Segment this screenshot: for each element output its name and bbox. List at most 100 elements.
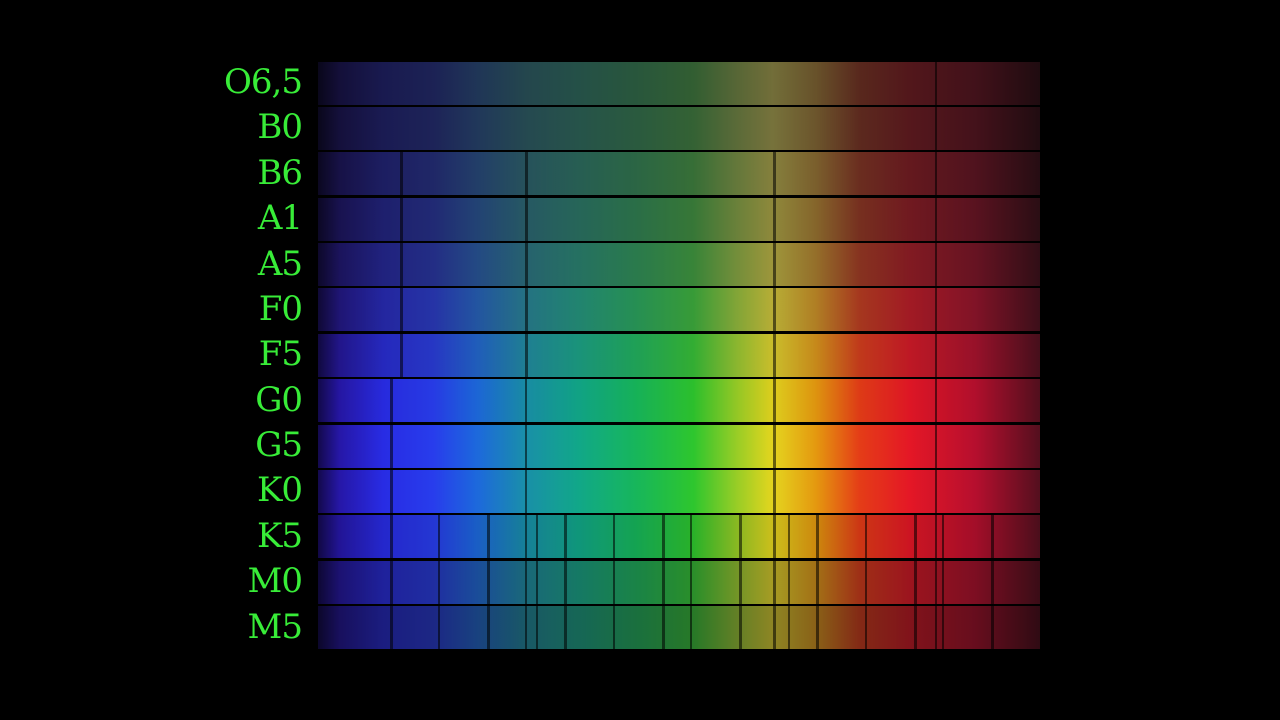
absorption-line [773,379,776,423]
spectral-class-label: A5 [257,243,303,284]
spectral-class-label: K0 [256,470,303,511]
absorption-line [690,515,692,559]
absorption-line [400,333,403,377]
absorption-line [773,333,776,377]
spectral-class-label: G0 [255,379,303,420]
spectrum-row-B0 [318,106,1040,150]
spectrum-row-F5 [318,333,1040,377]
absorption-line [935,106,937,150]
absorption-line [816,606,819,650]
absorption-line [662,560,665,604]
spectrum-row-K0 [318,469,1040,513]
spectrum-row-F0 [318,288,1040,332]
absorption-line [773,515,776,559]
absorption-line [773,469,776,513]
absorption-line [613,560,615,604]
spectrum-row-O6-5 [318,61,1040,105]
spectral-class-label: K5 [256,515,303,556]
absorption-line [942,560,944,604]
absorption-line [613,515,615,559]
absorption-line [487,560,490,604]
spectral-class-label: M0 [247,561,303,602]
spectrum-row-G5 [318,424,1040,468]
spectrum-gradient [318,424,1040,468]
absorption-line [773,606,776,650]
spectrum-gradient [318,152,1040,196]
absorption-line [865,515,867,559]
spectrum-gradient [318,106,1040,150]
absorption-line [390,424,393,468]
absorption-line [536,560,538,604]
spectral-class-label: A1 [257,198,303,239]
spectrum-row-K5 [318,515,1040,559]
absorption-line [942,606,944,650]
absorption-line [690,606,692,650]
spectral-class-label: G5 [255,425,303,466]
absorption-line [564,606,567,650]
absorption-line [400,288,403,332]
spectrum-gradient [318,515,1040,559]
spectral-class-label: M5 [247,606,303,647]
absorption-line [438,560,440,604]
absorption-line [525,333,528,377]
absorption-line [400,152,403,196]
spectrum-row-M5 [318,606,1040,650]
spectrum-row-G0 [318,379,1040,423]
absorption-line [739,606,742,650]
absorption-line [773,243,776,287]
absorption-line [935,606,937,650]
absorption-line [662,515,665,559]
absorption-line [739,515,742,559]
absorption-line [935,288,937,332]
absorption-line [816,560,819,604]
spectrum-gradient [318,606,1040,650]
spectrum-gradient [318,469,1040,513]
spectrum-row-M0 [318,560,1040,604]
absorption-line [935,61,937,105]
absorption-line [564,560,567,604]
absorption-line [914,515,917,559]
absorption-line [536,515,538,559]
absorption-line [390,515,393,559]
absorption-line [525,560,527,604]
absorption-line [525,243,528,287]
spectral-class-label: B6 [257,152,303,193]
absorption-line [525,515,527,559]
absorption-line [690,560,692,604]
spectrum-gradient [318,61,1040,105]
absorption-line [935,469,937,513]
spectrum-gradient [318,288,1040,332]
absorption-line [788,560,790,604]
spectrum-row-A5 [318,243,1040,287]
absorption-line [935,243,937,287]
spectral-class-label: F0 [258,288,303,329]
absorption-line [773,288,776,332]
absorption-line [390,560,393,604]
spectrum-gradient [318,243,1040,287]
absorption-line [788,515,790,559]
absorption-line [865,606,867,650]
absorption-line [400,243,403,287]
absorption-line [662,606,665,650]
absorption-line [438,606,440,650]
absorption-line [935,152,937,196]
absorption-line [935,379,937,423]
absorption-line [613,606,615,650]
absorption-line [935,424,937,468]
spectral-class-label: B0 [257,107,303,148]
spectrum-gradient [318,197,1040,241]
absorption-line [773,560,776,604]
absorption-line [487,606,490,650]
spectral-class-label: F5 [258,334,303,375]
absorption-line [865,560,867,604]
absorption-line [390,379,393,423]
absorption-line [935,560,937,604]
absorption-line [525,424,527,468]
absorption-line [773,197,776,241]
absorption-line [914,560,917,604]
absorption-line [935,333,937,377]
spectrum-gradient [318,379,1040,423]
absorption-line [525,469,527,513]
spectrum-gradient [318,560,1040,604]
absorption-line [739,560,742,604]
